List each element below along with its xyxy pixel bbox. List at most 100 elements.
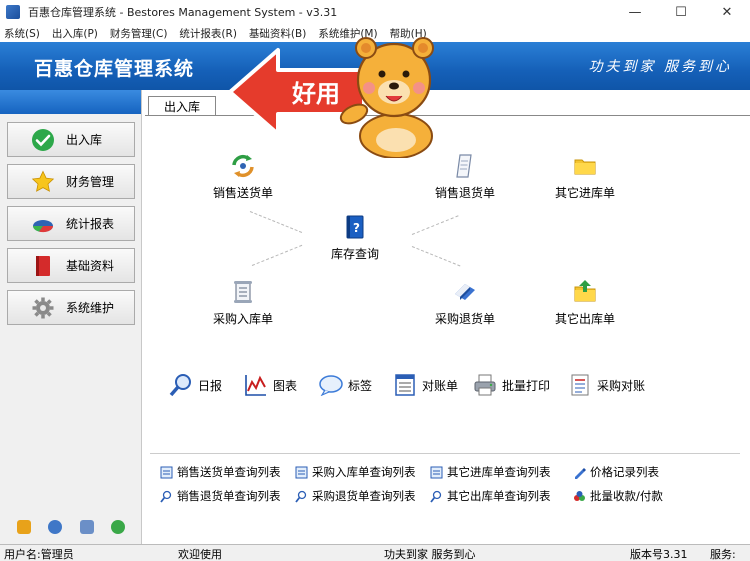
flow-inventory-query[interactable]: ? 库存查询	[310, 213, 400, 262]
batch-print-button[interactable]: 批量打印	[472, 372, 550, 398]
sidebar-item-label: 统计报表	[66, 217, 115, 231]
flow-other-out[interactable]: 其它出库单	[540, 278, 630, 327]
magnifier-icon	[168, 372, 194, 398]
clock-icon[interactable]	[48, 520, 63, 534]
label-button[interactable]: 标签	[318, 372, 372, 398]
link-purchase-in-list[interactable]: 采购入库单查询列表	[295, 464, 416, 480]
flow-label: 其它进库单	[554, 186, 615, 200]
price-tag-icon	[573, 466, 586, 479]
search-doc-icon	[430, 490, 443, 503]
link-label: 其它进库单查询列表	[447, 465, 551, 479]
flow-other-in[interactable]: 其它进库单	[540, 152, 630, 201]
gear-icon	[30, 295, 56, 321]
link-label: 采购退货单查询列表	[312, 489, 416, 503]
menu-system[interactable]: 系统(S)	[4, 26, 40, 41]
app-banner-title: 百惠仓库管理系统	[34, 58, 195, 80]
list-search-icon	[430, 466, 443, 479]
sidebar-item-label: 基础资料	[66, 259, 115, 273]
tab-stock-io[interactable]: 出入库	[148, 96, 216, 116]
back-icon[interactable]	[111, 520, 126, 534]
flow-label: 采购入库单	[212, 312, 273, 326]
flow-label: 采购退货单	[434, 312, 495, 326]
spreadsheet-icon	[392, 372, 418, 398]
status-version: 版本号3.31	[630, 548, 688, 561]
report-list-icon	[567, 372, 593, 398]
search-icon[interactable]	[79, 520, 94, 534]
purchase-statement-button[interactable]: 采购对账	[567, 372, 645, 398]
star-icon	[30, 169, 56, 195]
sidebar-footer	[0, 520, 142, 534]
toolbar-label: 对账单	[422, 378, 459, 393]
sticker-text: 好用	[291, 80, 340, 108]
menu-finance[interactable]: 财务管理(C)	[110, 26, 168, 41]
toolbar-label: 标签	[348, 378, 373, 393]
status-bar: 用户名:管理员 欢迎使用 功夫到家 服务到心 版本号3.31 服务:	[0, 544, 750, 561]
search-doc-icon	[295, 490, 308, 503]
sidebar-item-finance[interactable]: 财务管理	[7, 164, 135, 199]
sidebar-item-maintenance[interactable]: 系统维护	[7, 290, 135, 325]
document-icon	[451, 152, 479, 180]
banner-slogan: 功夫到家 服务到心	[588, 59, 732, 75]
chart-button[interactable]: 图表	[243, 372, 297, 398]
sidebar-header	[0, 90, 141, 114]
maximize-button[interactable]: ☐	[658, 0, 704, 24]
link-label: 采购入库单查询列表	[312, 465, 416, 479]
help-book-icon: ?	[341, 213, 369, 241]
link-batch-payment[interactable]: 批量收款/付款	[573, 488, 663, 504]
status-service: 服务:	[710, 548, 736, 561]
link-sales-return-list[interactable]: 销售退货单查询列表	[160, 488, 281, 504]
line-chart-icon	[243, 372, 269, 398]
key-icon[interactable]	[16, 520, 31, 534]
sidebar-item-label: 财务管理	[66, 175, 115, 189]
link-sales-delivery-list[interactable]: 销售送货单查询列表	[160, 464, 281, 480]
eraser-icon	[451, 278, 479, 306]
status-welcome: 欢迎使用	[178, 548, 222, 561]
minimize-button[interactable]: —	[612, 0, 658, 24]
flow-label: 其它出库单	[554, 312, 615, 326]
folder-out-icon	[571, 278, 599, 306]
printer-icon	[472, 372, 498, 398]
status-slogan: 功夫到家 服务到心	[384, 548, 476, 561]
link-label: 价格记录列表	[590, 465, 659, 479]
sidebar-item-stock-io[interactable]: 出入库	[7, 122, 135, 157]
statement-button[interactable]: 对账单	[392, 372, 458, 398]
app-icon	[6, 5, 20, 19]
sidebar: 出入库 财务管理 统计报表 基础资料 系统维护	[0, 90, 142, 544]
search-doc-icon	[160, 490, 173, 503]
pie-chart-icon	[30, 211, 56, 237]
link-other-in-list[interactable]: 其它进库单查询列表	[430, 464, 551, 480]
close-button[interactable]: ✕	[704, 0, 750, 24]
flow-label: 销售退货单	[434, 186, 495, 200]
toolbar-label: 日报	[198, 378, 223, 393]
menu-stock-io[interactable]: 出入库(P)	[52, 26, 98, 41]
flow-label: 销售送货单	[212, 186, 273, 200]
book-icon	[30, 253, 56, 279]
scroll-icon	[229, 278, 257, 306]
link-price-record-list[interactable]: 价格记录列表	[573, 464, 659, 480]
flow-sales-delivery[interactable]: 销售送货单	[198, 152, 288, 201]
check-icon	[30, 127, 56, 153]
link-other-out-list[interactable]: 其它出库单查询列表	[430, 488, 551, 504]
link-purchase-return-list[interactable]: 采购退货单查询列表	[295, 488, 416, 504]
flow-purchase-in[interactable]: 采购入库单	[198, 278, 288, 327]
link-label: 批量收款/付款	[590, 489, 663, 503]
title-bar: 百惠仓库管理系统 - Bestores Management System - …	[0, 0, 750, 24]
flow-label: 库存查询	[330, 247, 379, 261]
promo-sticker: 好用	[226, 28, 444, 159]
toolbar-label: 采购对账	[597, 378, 646, 393]
sidebar-item-basic-data[interactable]: 基础资料	[7, 248, 135, 283]
toolbar-label: 批量打印	[502, 378, 551, 393]
folder-icon	[571, 152, 599, 180]
toolbar-label: 图表	[273, 378, 298, 393]
link-label: 销售送货单查询列表	[177, 465, 281, 479]
sidebar-item-reports[interactable]: 统计报表	[7, 206, 135, 241]
link-label: 销售退货单查询列表	[177, 489, 281, 503]
flow-sales-return[interactable]: 销售退货单	[420, 152, 510, 201]
list-search-icon	[160, 466, 173, 479]
sidebar-item-label: 系统维护	[66, 301, 115, 315]
list-search-icon	[295, 466, 308, 479]
speech-bubble-icon	[318, 372, 344, 398]
flow-purchase-return[interactable]: 采购退货单	[420, 278, 510, 327]
sidebar-item-label: 出入库	[66, 133, 103, 147]
daily-report-button[interactable]: 日报	[168, 372, 222, 398]
